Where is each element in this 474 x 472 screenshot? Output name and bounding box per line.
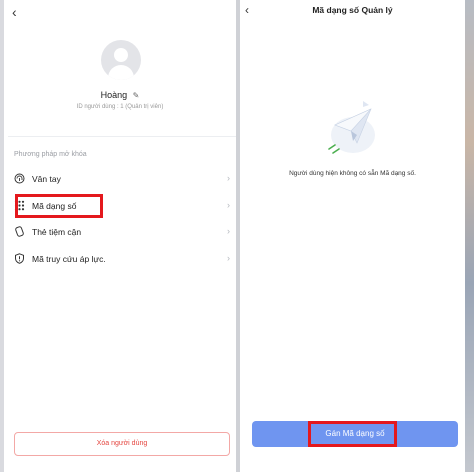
delete-user-button[interactable]: Xóa người dùng <box>14 432 230 456</box>
chevron-right-icon: › <box>227 253 230 263</box>
passcode-management-screen: ‹ Mã dạng số Quản lý Người dùng hiện khô… <box>240 0 465 472</box>
chevron-right-icon: › <box>227 173 230 183</box>
avatar <box>101 40 141 80</box>
chevron-right-icon: › <box>227 226 230 236</box>
method-label: Mã truy cứu áp lực. <box>32 254 106 264</box>
page-title: Mã dạng số Quản lý <box>312 5 393 15</box>
user-name: Hoàng <box>100 90 128 100</box>
paper-plane-icon <box>323 95 383 160</box>
method-card[interactable]: Thẻ tiệm cận › <box>14 224 230 240</box>
shield-icon <box>14 253 25 264</box>
method-label: Thẻ tiệm cận <box>32 227 82 237</box>
highlight-frame <box>308 421 397 447</box>
method-fingerprint[interactable]: Vân tay › <box>14 171 230 187</box>
empty-state-message: Người dùng hiện không có sẵn Mã dạng số. <box>289 170 416 177</box>
section-title: Phương pháp mở khóa <box>14 151 87 158</box>
user-id: ID người dùng : 1 (Quản trị viên) <box>76 104 164 110</box>
card-icon <box>14 226 25 237</box>
divider <box>8 136 236 137</box>
highlight-frame <box>15 194 103 218</box>
user-name-row: Hoàng ✎ <box>4 90 236 100</box>
chevron-right-icon: › <box>227 200 230 210</box>
right-edge <box>465 0 474 472</box>
user-detail-screen: ‹ Hoàng ✎ ID người dùng : 1 (Quản trị vi… <box>4 0 236 472</box>
pencil-icon[interactable]: ✎ <box>133 91 140 100</box>
back-button[interactable]: ‹ <box>12 4 17 20</box>
fingerprint-icon <box>14 173 25 184</box>
method-label: Vân tay <box>32 174 61 184</box>
method-duress[interactable]: Mã truy cứu áp lực. › <box>14 251 230 267</box>
